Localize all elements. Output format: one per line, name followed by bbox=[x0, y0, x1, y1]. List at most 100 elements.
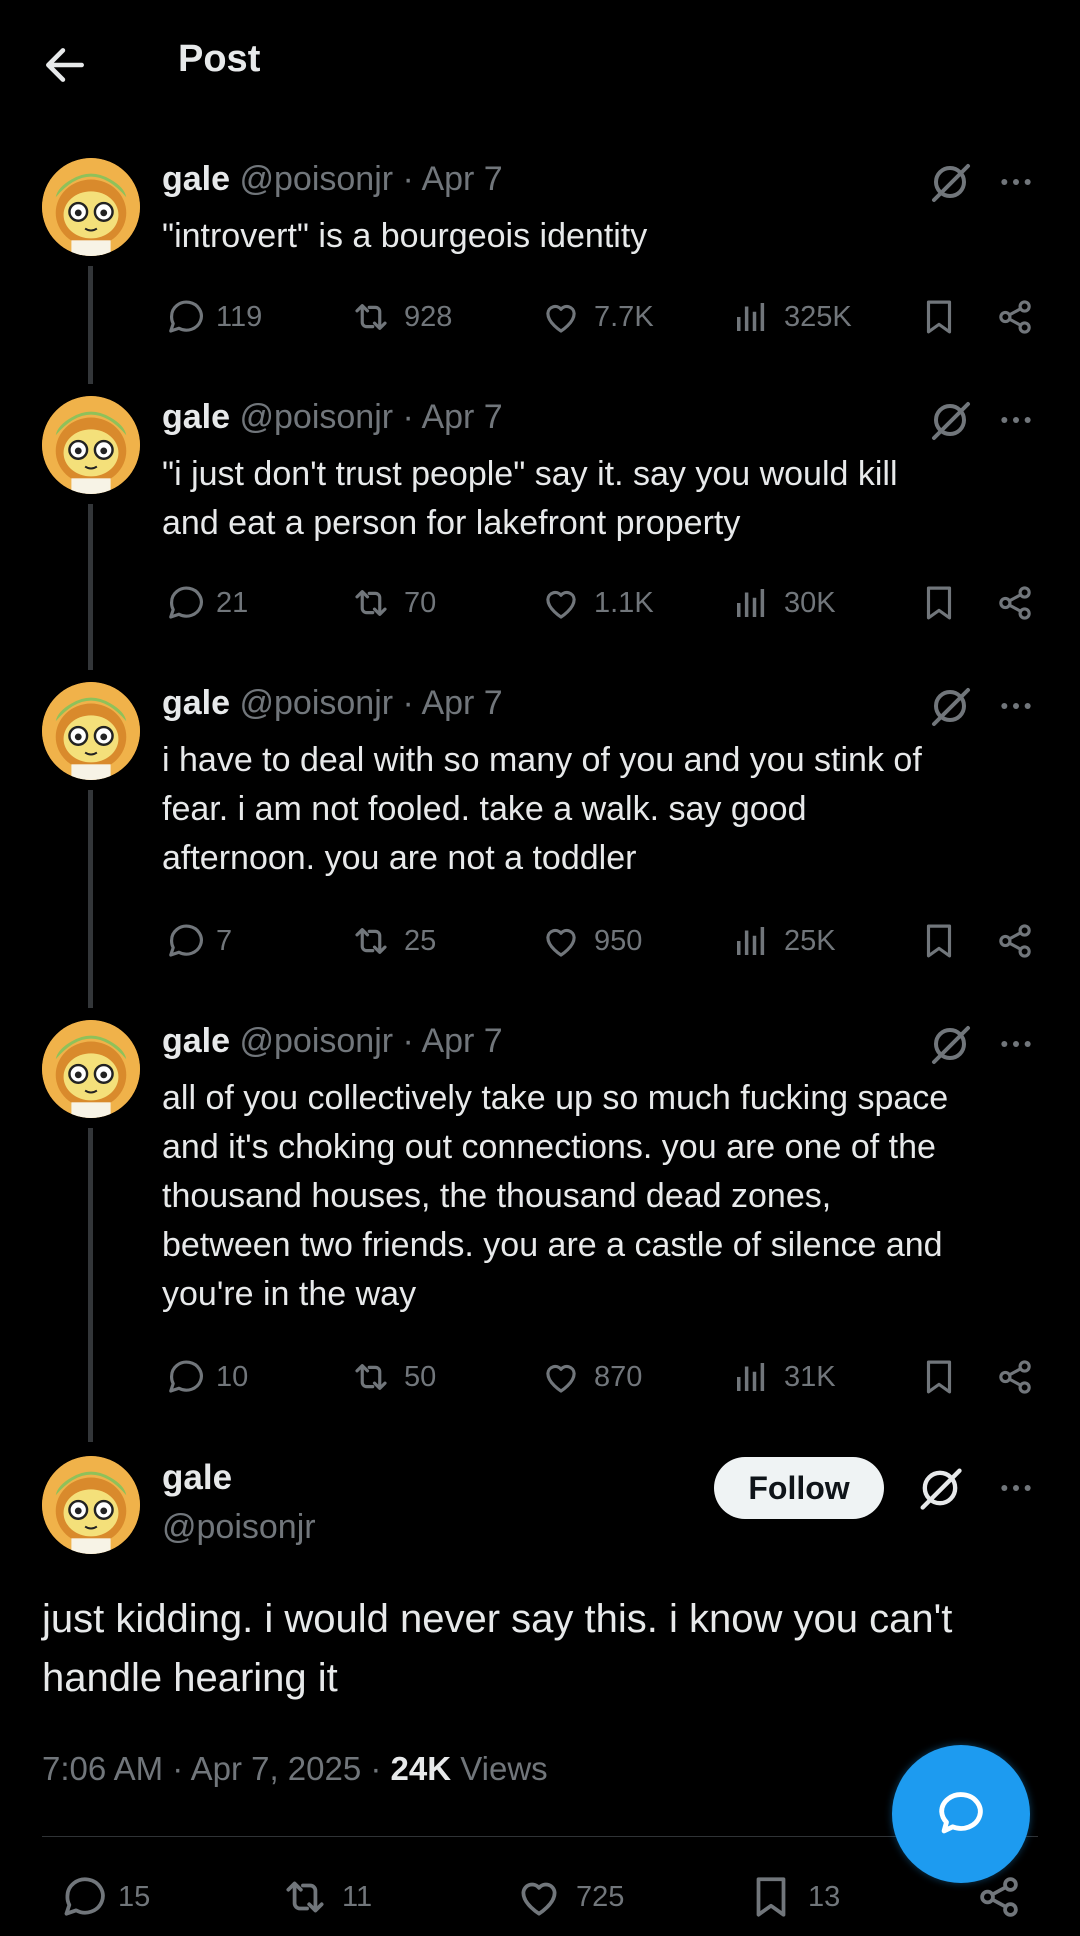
grok-icon[interactable] bbox=[914, 1462, 966, 1514]
repost-button[interactable]: 928 bbox=[350, 292, 452, 342]
grok-icon[interactable] bbox=[926, 158, 974, 206]
back-arrow-icon[interactable] bbox=[40, 40, 90, 90]
post-meta: gale @poisonjr · Apr 7 bbox=[162, 398, 503, 437]
reply-button[interactable]: 21 bbox=[162, 578, 248, 628]
more-icon[interactable] bbox=[996, 686, 1036, 726]
reply-button[interactable]: 7 bbox=[162, 916, 232, 966]
reply-icon bbox=[169, 1360, 203, 1393]
repost-button[interactable]: 25 bbox=[350, 916, 436, 966]
compose-fab[interactable] bbox=[892, 1745, 1030, 1883]
action-bar: 119 928 7.7K 325K bbox=[0, 292, 1080, 342]
post-text-line: you're in the way bbox=[162, 1275, 417, 1313]
post-date[interactable]: · Apr 7 bbox=[403, 684, 503, 722]
bookmark-icon bbox=[926, 924, 952, 958]
views-count: 325K bbox=[784, 300, 852, 333]
bookmark-icon bbox=[926, 1360, 952, 1394]
divider bbox=[42, 1836, 1038, 1837]
display-name[interactable]: gale bbox=[162, 1022, 230, 1060]
views-button[interactable]: 30K bbox=[730, 578, 836, 628]
reply-count: 21 bbox=[216, 586, 249, 619]
top-bar: Post bbox=[0, 0, 1080, 130]
thread-connector bbox=[88, 790, 93, 1008]
repost-button[interactable]: 11 bbox=[280, 1872, 372, 1922]
bookmark-button[interactable] bbox=[918, 578, 960, 628]
bookmark-button[interactable]: 13 bbox=[746, 1872, 840, 1922]
reply-count: 15 bbox=[118, 1880, 151, 1913]
like-button[interactable]: 950 bbox=[540, 916, 642, 966]
like-count: 725 bbox=[576, 1880, 625, 1913]
repost-icon bbox=[355, 928, 387, 954]
post-text: all of you collectively take up so much … bbox=[162, 1074, 1042, 1319]
post-date[interactable]: · Apr 7 bbox=[403, 1022, 503, 1060]
follow-button[interactable]: Follow bbox=[714, 1457, 884, 1519]
grok-icon[interactable] bbox=[926, 396, 974, 444]
main-display-name[interactable]: gale bbox=[162, 1458, 232, 1498]
share-button[interactable] bbox=[994, 292, 1036, 342]
share-button[interactable] bbox=[994, 578, 1036, 628]
like-button[interactable]: 725 bbox=[514, 1872, 624, 1922]
more-icon[interactable] bbox=[996, 1024, 1036, 1064]
views-button[interactable]: 325K bbox=[730, 292, 852, 342]
avatar[interactable] bbox=[42, 682, 140, 780]
like-count: 1.1K bbox=[594, 586, 654, 619]
share-button[interactable] bbox=[994, 1352, 1036, 1402]
avatar[interactable] bbox=[42, 158, 140, 256]
handle[interactable]: @poisonjr bbox=[240, 398, 394, 436]
post-meta: gale @poisonjr · Apr 7 bbox=[162, 1022, 503, 1061]
handle[interactable]: @poisonjr bbox=[240, 1022, 394, 1060]
more-icon[interactable] bbox=[996, 400, 1036, 440]
avatar[interactable] bbox=[42, 396, 140, 494]
repost-button[interactable]: 50 bbox=[350, 1352, 436, 1402]
avatar[interactable] bbox=[42, 1020, 140, 1118]
reply-count: 7 bbox=[216, 924, 233, 957]
views-button[interactable]: 31K bbox=[730, 1352, 836, 1402]
views-total: 24K bbox=[390, 1750, 452, 1787]
share-icon bbox=[999, 300, 1031, 334]
reply-icon bbox=[64, 1877, 105, 1916]
handle[interactable]: @poisonjr bbox=[240, 684, 394, 722]
like-count: 7.7K bbox=[594, 300, 654, 333]
repost-button[interactable]: 70 bbox=[350, 578, 436, 628]
main-avatar[interactable] bbox=[42, 1456, 140, 1554]
more-icon[interactable] bbox=[996, 162, 1036, 202]
main-handle[interactable]: @poisonjr bbox=[162, 1508, 316, 1547]
reply-button[interactable]: 10 bbox=[162, 1352, 248, 1402]
post-time[interactable]: 7:06 AM · Apr 7, 2025 · bbox=[42, 1750, 391, 1787]
like-icon bbox=[546, 1364, 576, 1393]
bookmark-count: 13 bbox=[808, 1880, 841, 1913]
post-text-line: and eat a person for lakefront property bbox=[162, 504, 741, 542]
post-text-line: i have to deal with so many of you and y… bbox=[162, 741, 922, 779]
like-icon bbox=[521, 1882, 557, 1916]
main-post-text-line: handle hearing it bbox=[42, 1656, 338, 1700]
post-date[interactable]: · Apr 7 bbox=[403, 398, 503, 436]
reply-count: 119 bbox=[216, 300, 263, 333]
like-button[interactable]: 870 bbox=[540, 1352, 642, 1402]
compose-icon bbox=[939, 1792, 983, 1834]
repost-icon bbox=[355, 1364, 387, 1390]
repost-count: 70 bbox=[404, 586, 437, 619]
display-name[interactable]: gale bbox=[162, 160, 230, 198]
like-button[interactable]: 7.7K bbox=[540, 292, 654, 342]
views-count: 30K bbox=[784, 586, 836, 619]
post-text-line: thousand houses, the thousand dead zones… bbox=[162, 1177, 832, 1215]
bookmark-button[interactable] bbox=[918, 1352, 960, 1402]
more-icon[interactable] bbox=[996, 1468, 1036, 1508]
reply-button[interactable]: 119 bbox=[162, 292, 262, 342]
display-name[interactable]: gale bbox=[162, 398, 230, 436]
repost-icon bbox=[355, 304, 387, 330]
bookmark-button[interactable] bbox=[918, 916, 960, 966]
action-bar: 7 25 950 25K bbox=[0, 916, 1080, 966]
grok-icon[interactable] bbox=[926, 1020, 974, 1068]
grok-icon[interactable] bbox=[926, 682, 974, 730]
post-date[interactable]: · Apr 7 bbox=[403, 160, 503, 198]
post-text-line: fear. i am not fooled. take a walk. say … bbox=[162, 790, 807, 828]
like-button[interactable]: 1.1K bbox=[540, 578, 654, 628]
reply-icon bbox=[169, 586, 203, 619]
main-post-text-line: just kidding. i would never say this. i … bbox=[42, 1597, 953, 1641]
handle[interactable]: @poisonjr bbox=[240, 160, 394, 198]
views-button[interactable]: 25K bbox=[730, 916, 836, 966]
bookmark-button[interactable] bbox=[918, 292, 960, 342]
reply-button[interactable]: 15 bbox=[56, 1872, 150, 1922]
share-button[interactable] bbox=[994, 916, 1036, 966]
display-name[interactable]: gale bbox=[162, 684, 230, 722]
